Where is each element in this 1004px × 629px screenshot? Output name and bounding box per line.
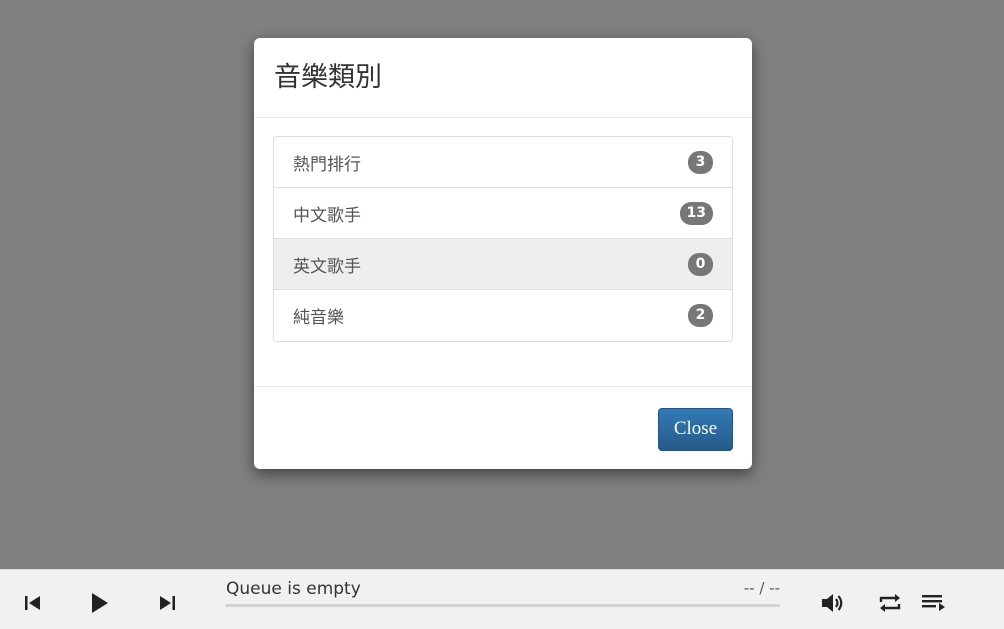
category-item-chinese[interactable]: 中文歌手 13	[274, 188, 732, 239]
category-count-badge: 3	[688, 150, 713, 174]
track-info: Queue is empty -- / --	[225, 579, 780, 619]
modal-footer: Close	[254, 387, 752, 469]
repeat-icon	[877, 591, 903, 615]
category-label: 英文歌手	[293, 256, 361, 277]
category-item-english[interactable]: 英文歌手 0	[274, 239, 732, 290]
audio-player-bar: Queue is empty -- / --	[0, 569, 1004, 629]
category-label: 純音樂	[293, 308, 344, 328]
track-title: Queue is empty	[226, 579, 361, 599]
modal-title: 音樂類別	[274, 62, 382, 93]
category-count-badge: 2	[688, 304, 713, 327]
queue-icon	[920, 592, 948, 614]
repeat-button[interactable]	[874, 587, 906, 619]
play-button[interactable]	[83, 587, 115, 619]
category-item-hot[interactable]: 熱門排行 3	[274, 137, 732, 188]
close-button[interactable]: Close	[658, 407, 733, 451]
previous-button[interactable]	[17, 587, 49, 619]
skip-next-icon	[158, 594, 176, 612]
play-icon	[89, 592, 109, 614]
category-count-badge: 13	[679, 201, 713, 225]
category-label: 熱門排行	[293, 154, 361, 175]
category-count-badge: 0	[688, 252, 713, 276]
category-list: 熱門排行 3 中文歌手 13 英文歌手 0 純音樂 2	[273, 136, 733, 342]
volume-button[interactable]	[817, 587, 849, 619]
modal-body: 熱門排行 3 中文歌手 13 英文歌手 0 純音樂 2	[254, 118, 752, 387]
progress-bar[interactable]	[225, 604, 780, 607]
category-modal: 音樂類別 熱門排行 3 中文歌手 13 英文歌手 0 純音樂 2 Close	[254, 38, 752, 469]
volume-icon	[820, 591, 846, 615]
skip-previous-icon	[24, 594, 42, 612]
next-button[interactable]	[151, 587, 183, 619]
queue-button[interactable]	[918, 587, 950, 619]
category-label: 中文歌手	[293, 205, 361, 226]
modal-header: 音樂類別	[254, 38, 752, 118]
track-time: -- / --	[743, 579, 780, 597]
category-item-instrumental[interactable]: 純音樂 2	[274, 290, 732, 341]
